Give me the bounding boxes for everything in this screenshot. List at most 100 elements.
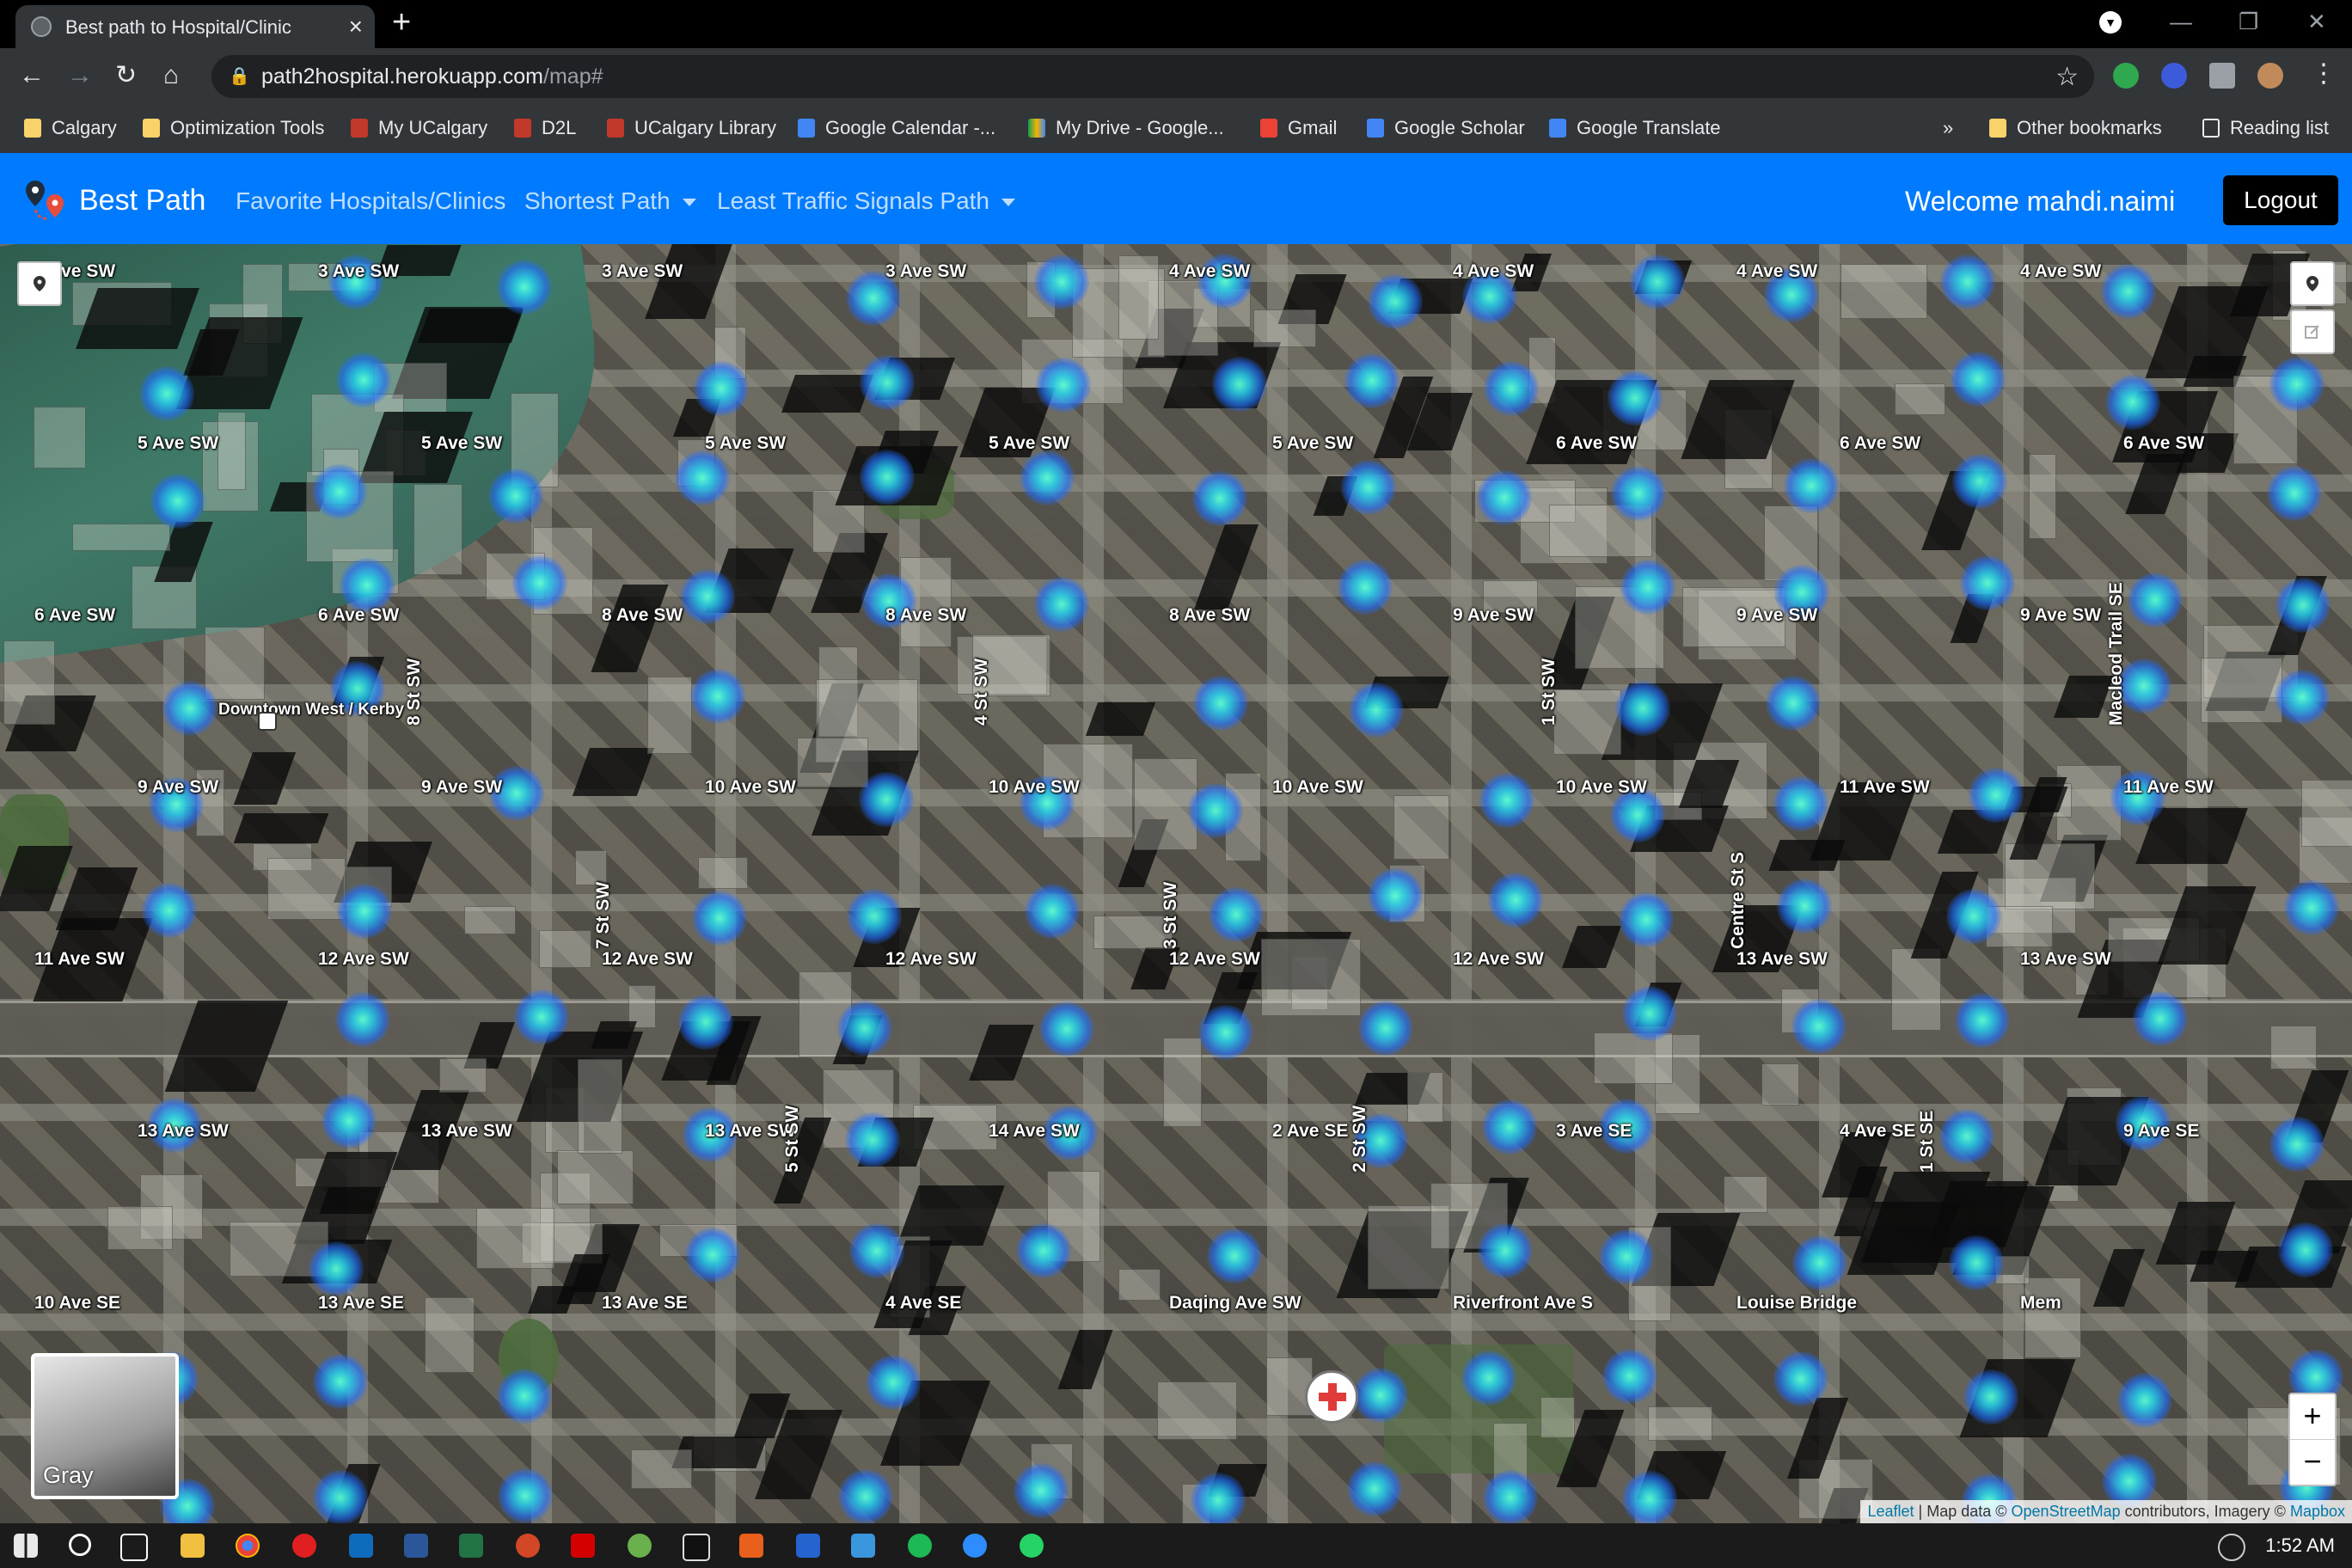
close-tab-icon[interactable]: × [349,13,363,40]
traffic-signal-marker[interactable] [496,259,552,315]
powerpoint-icon[interactable] [516,1534,540,1558]
avatar[interactable] [2257,63,2283,89]
other-bookmarks[interactable]: Other bookmarks [1989,117,2162,139]
traffic-signal-marker[interactable] [1212,356,1268,412]
address-bar[interactable]: 🔒 path2hospital.herokuapp.com/map# ☆ [211,55,2094,98]
traffic-signal-marker[interactable] [312,1469,368,1523]
traffic-signal-marker[interactable] [1192,676,1248,732]
traffic-signal-marker[interactable] [2275,578,2331,634]
pause-extension-icon[interactable] [2161,63,2187,89]
traffic-signal-marker[interactable] [497,1467,553,1523]
traffic-signal-marker[interactable] [1599,1228,1655,1284]
spotify-icon[interactable] [908,1534,932,1558]
bookmark-item[interactable]: D2L [514,117,576,139]
traffic-signal-marker[interactable] [680,568,736,624]
traffic-signal-marker[interactable] [1629,254,1685,310]
reading-list[interactable]: Reading list [2202,117,2329,139]
traffic-signal-marker[interactable] [1025,883,1081,939]
hospital-marker-icon[interactable] [1305,1370,1358,1424]
traffic-signal-marker[interactable] [336,883,392,939]
traffic-signal-marker[interactable] [1014,1462,1069,1518]
traffic-signal-marker[interactable] [2128,572,2184,628]
traffic-signal-marker[interactable] [1952,454,2008,510]
bookmark-item[interactable]: Google Translate [1549,117,1721,139]
traffic-signal-marker[interactable] [1208,886,1264,942]
traffic-signal-marker[interactable] [1622,1470,1678,1523]
traffic-signal-marker[interactable] [1968,767,2024,823]
traffic-signal-marker[interactable] [1611,465,1667,521]
traffic-signal-marker[interactable] [1621,985,1677,1041]
browser-tab[interactable]: Best path to Hospital/Clinic × [15,5,375,48]
bookmarks-overflow-icon[interactable]: » [1943,117,1953,139]
chrome-icon[interactable] [236,1534,260,1558]
todo-icon[interactable] [796,1534,820,1558]
traffic-signal-marker[interactable] [511,554,567,610]
traffic-signal-marker[interactable] [2269,1117,2325,1173]
osm-link[interactable]: OpenStreetMap [2012,1503,2121,1520]
opera-icon[interactable] [292,1534,316,1558]
logout-button[interactable]: Logout [2223,175,2338,225]
traffic-signal-marker[interactable] [1959,554,2015,610]
traffic-signal-marker[interactable] [2267,466,2322,522]
leaflet-link[interactable]: Leaflet [1867,1503,1914,1520]
bookmark-star-icon[interactable]: ☆ [2055,62,2079,92]
tab-search-icon[interactable]: ▼ [2099,11,2122,34]
traffic-signal-marker[interactable] [335,352,391,407]
traffic-signal-marker[interactable] [836,1001,892,1057]
traffic-signal-marker[interactable] [844,1112,900,1167]
traffic-signal-marker[interactable] [1951,351,2006,407]
traffic-signal-marker[interactable] [674,450,730,505]
traffic-signal-marker[interactable] [690,669,746,725]
traffic-signal-marker[interactable] [691,891,747,946]
traffic-signal-marker[interactable] [1341,459,1397,515]
traffic-signal-marker[interactable] [1461,1351,1517,1406]
edit-layers-button[interactable] [2290,309,2335,354]
zoom-icon[interactable] [963,1534,987,1558]
traffic-signal-marker[interactable] [321,1093,377,1149]
back-icon[interactable]: ← [19,58,45,93]
traffic-signal-marker[interactable] [1352,1368,1408,1424]
windows-start-icon[interactable] [14,1534,38,1558]
bookmark-item[interactable]: Optimization Tools [143,117,324,139]
traffic-signal-marker[interactable] [162,680,217,736]
traffic-signal-marker[interactable] [1940,254,1996,309]
zoom-out-button[interactable]: − [2290,1439,2335,1485]
map-canvas[interactable]: 2 Ave SW 3 Ave SW 3 Ave SW 3 Ave SW 4 Ave SW… [0,244,2352,1523]
bookmark-item[interactable]: Google Calendar -... [798,117,995,139]
traffic-signal-marker[interactable] [2133,990,2189,1046]
traffic-signal-marker[interactable] [860,449,916,505]
traffic-signal-marker[interactable] [1614,680,1670,736]
acrobat-icon[interactable] [571,1534,595,1558]
search-icon[interactable] [69,1534,91,1556]
traffic-signal-marker[interactable] [311,464,367,520]
traffic-signal-marker[interactable] [685,1228,741,1283]
traffic-signal-marker[interactable] [1487,872,1543,928]
traffic-signal-marker[interactable] [1482,1469,1538,1523]
traffic-signal-marker[interactable] [1773,776,1828,832]
notepad-icon[interactable] [851,1534,875,1558]
bookmark-item[interactable]: Google Scholar [1367,117,1525,139]
home-icon[interactable]: ⌂ [163,58,179,93]
zoom-in-button[interactable]: + [2290,1394,2335,1439]
bookmark-item[interactable]: My UCalgary [351,117,487,139]
traffic-signal-marker[interactable] [1791,998,1847,1054]
traffic-signal-marker[interactable] [1602,1348,1657,1404]
traffic-signal-marker[interactable] [1015,1222,1071,1278]
traffic-signal-marker[interactable] [1034,577,1090,633]
traffic-signal-marker[interactable] [2278,1222,2334,1277]
mapbox-link[interactable]: Mapbox [2290,1503,2345,1520]
traffic-signal-marker[interactable] [1479,773,1535,829]
traffic-signal-marker[interactable] [1620,560,1675,616]
brand[interactable]: Best Path [22,177,205,224]
traffic-signal-marker[interactable] [846,888,902,944]
matlab-icon[interactable] [739,1534,763,1558]
traffic-signal-marker[interactable] [2269,356,2325,412]
traffic-signal-marker[interactable] [312,1353,368,1409]
app-icon[interactable] [628,1534,652,1558]
traffic-signal-marker[interactable] [2105,374,2161,430]
bookmark-item[interactable]: Calgary [24,117,117,139]
traffic-signal-marker[interactable] [693,360,749,416]
nav-shortest-path[interactable]: Shortest Path [524,187,696,215]
nav-least-signals-path[interactable]: Least Traffic Signals Path [717,187,1015,215]
traffic-signal-marker[interactable] [1344,352,1400,408]
